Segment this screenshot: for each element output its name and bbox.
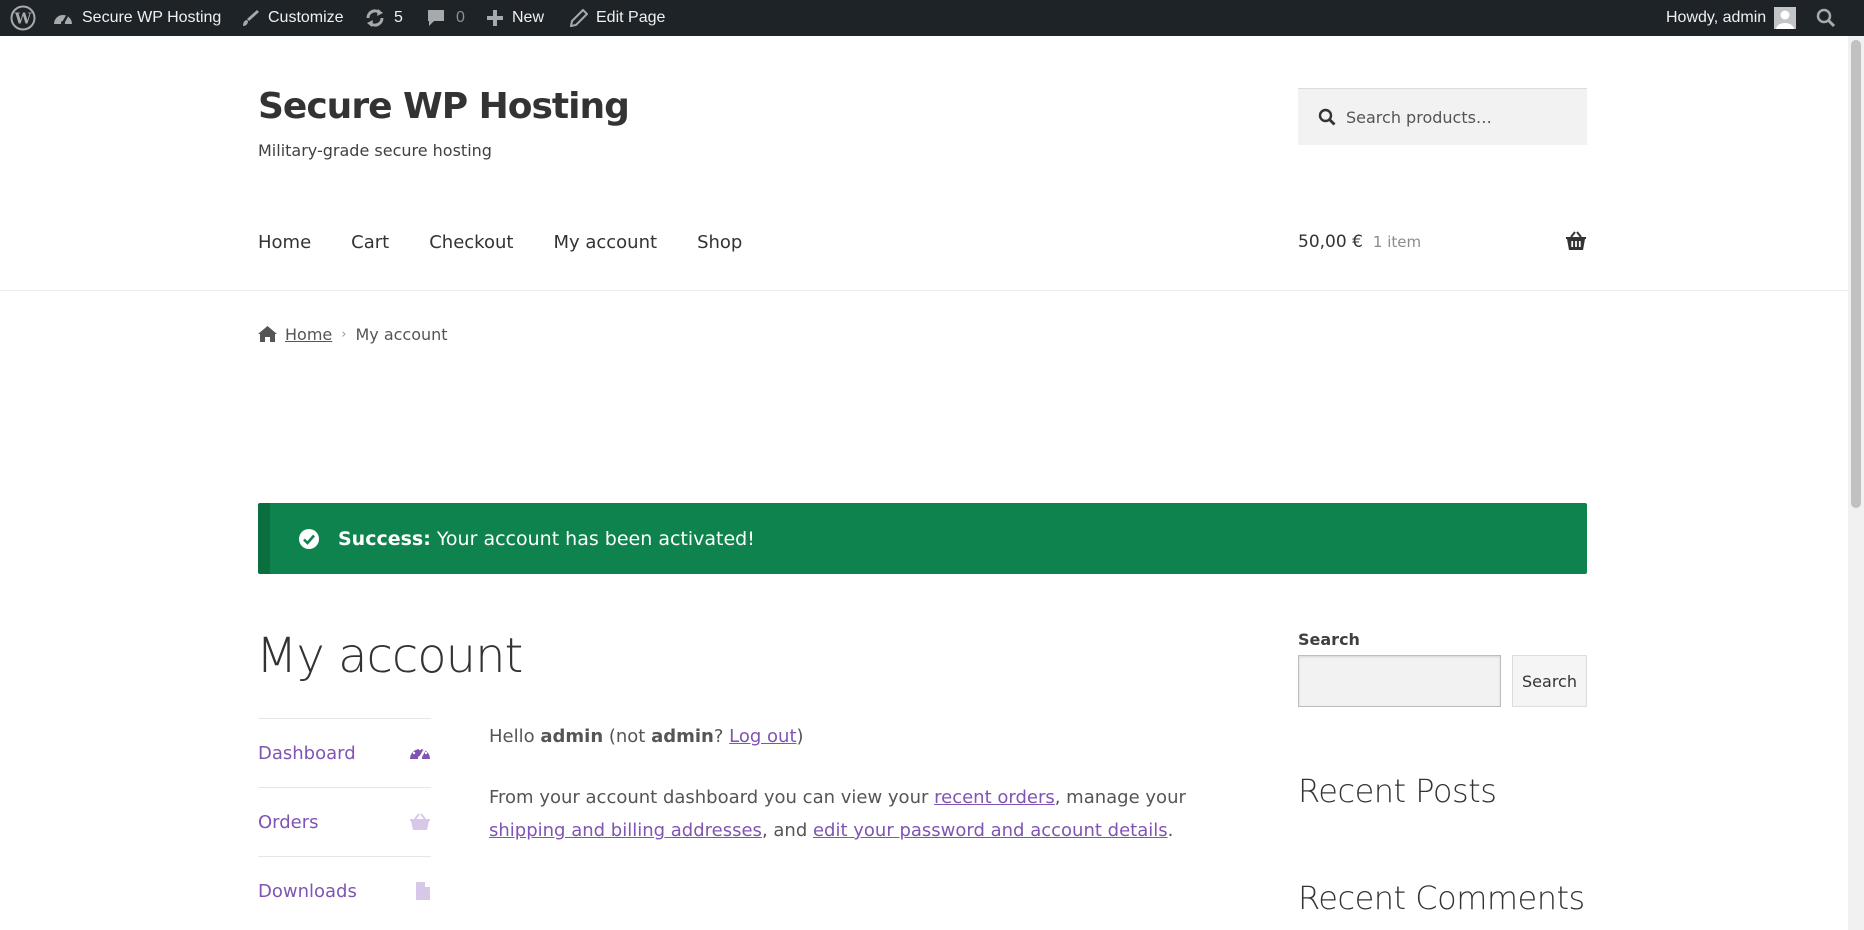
product-search-placeholder: Search products… <box>1346 107 1492 127</box>
brush-icon <box>240 8 260 28</box>
check-circle-icon <box>298 528 320 550</box>
nav-my-account[interactable]: My account <box>553 232 657 253</box>
new-label: New <box>512 9 545 26</box>
addresses-link[interactable]: shipping and billing addresses <box>489 820 762 841</box>
account-nav-orders[interactable]: Orders <box>258 787 431 856</box>
nav-shop[interactable]: Shop <box>697 232 742 253</box>
admin-bar-comments[interactable]: 0 <box>426 0 465 36</box>
nav-home[interactable]: Home <box>258 232 311 253</box>
recent-posts-heading: Recent Posts <box>1298 772 1497 810</box>
account-nav-downloads-link[interactable]: Downloads <box>258 881 357 902</box>
admin-bar: W Secure WP Hosting Customize 5 0 New Ed… <box>0 0 1864 36</box>
greeting-hello: Hello <box>489 726 541 747</box>
greeting-question: ? <box>713 726 730 747</box>
breadcrumb-current: My account <box>355 324 448 344</box>
logout-link[interactable]: Log out <box>729 726 796 747</box>
account-nav-dashboard[interactable]: Dashboard <box>258 718 431 787</box>
chevron-right-icon: › <box>341 326 347 342</box>
shopping-basket-icon <box>1565 231 1587 255</box>
account-details-link[interactable]: edit your password and account details <box>813 820 1168 841</box>
account-navigation: Dashboard Orders Downloads <box>258 718 431 925</box>
breadcrumb-home[interactable]: Home <box>285 325 332 344</box>
comment-bubble-icon <box>426 8 446 28</box>
header-cart[interactable]: 50,00 € 1 item <box>1298 228 1587 256</box>
updates-count: 5 <box>394 9 403 26</box>
shopping-basket-icon <box>409 813 431 831</box>
admin-bar-site-name[interactable]: Secure WP Hosting <box>52 0 221 36</box>
customize-label: Customize <box>268 9 344 26</box>
recent-comments-heading: Recent Comments <box>1298 879 1585 917</box>
file-icon <box>415 881 431 901</box>
wordpress-logo-icon[interactable]: W <box>6 0 40 36</box>
account-nav-downloads[interactable]: Downloads <box>258 856 431 925</box>
site-name-label: Secure WP Hosting <box>82 9 222 26</box>
sidebar-search-input[interactable] <box>1298 655 1501 707</box>
nav-checkout[interactable]: Checkout <box>429 232 513 253</box>
greeting-close: ) <box>796 726 804 747</box>
admin-bar-search-icon[interactable] <box>1816 0 1836 36</box>
page-scrollbar[interactable] <box>1848 36 1864 930</box>
admin-bar-account[interactable]: Howdy, admin <box>1666 0 1797 36</box>
updates-icon <box>364 8 386 28</box>
dashboard-text-3: , and <box>761 820 813 841</box>
dashboard-description: From your account dashboard you can view… <box>489 781 1249 847</box>
pencil-icon <box>570 9 588 27</box>
svg-text:W: W <box>14 10 33 28</box>
admin-bar-new[interactable]: New <box>486 0 544 36</box>
scrollbar-thumb[interactable] <box>1851 40 1861 508</box>
howdy-label: Howdy, admin <box>1666 9 1767 26</box>
dashboard-gauge-icon <box>409 744 431 762</box>
greeting-paragraph: Hello admin (not admin? Log out) <box>489 720 1249 753</box>
avatar <box>1774 7 1797 29</box>
breadcrumb: Home › My account <box>258 322 448 346</box>
admin-bar-updates[interactable]: 5 <box>364 0 403 36</box>
success-notice: Success: Your account has been activated… <box>258 503 1587 574</box>
dashboard-text-4: . <box>1167 820 1174 841</box>
account-nav-dashboard-link[interactable]: Dashboard <box>258 743 356 764</box>
greeting-username: admin <box>540 726 604 747</box>
notice-label: Success: <box>338 527 431 550</box>
site-title[interactable]: Secure WP Hosting <box>258 86 630 127</box>
dashboard-gauge-icon <box>52 8 74 28</box>
account-dashboard-content: Hello admin (not admin? Log out) From yo… <box>489 720 1249 847</box>
account-nav-orders-link[interactable]: Orders <box>258 812 319 833</box>
cart-amount: 50,00 € <box>1298 232 1363 252</box>
admin-bar-edit-page[interactable]: Edit Page <box>570 0 665 36</box>
sidebar-search-label: Search <box>1298 630 1360 649</box>
cart-count: 1 item <box>1372 233 1422 251</box>
home-icon <box>258 326 277 342</box>
greeting-not: (not <box>603 726 652 747</box>
page-title: My account <box>256 628 523 684</box>
nav-cart[interactable]: Cart <box>351 232 389 253</box>
notice-message: Your account has been activated! <box>436 527 755 550</box>
product-search-field[interactable]: Search products… <box>1298 88 1587 145</box>
comments-count: 0 <box>456 9 465 26</box>
site-tagline: Military-grade secure hosting <box>258 141 492 160</box>
admin-bar-customize[interactable]: Customize <box>240 0 344 36</box>
header-divider <box>0 290 1848 291</box>
edit-page-label: Edit Page <box>596 9 666 26</box>
dashboard-text-1: From your account dashboard you can view… <box>489 787 935 808</box>
plus-icon <box>486 9 504 27</box>
recent-orders-link[interactable]: recent orders <box>934 787 1055 808</box>
greeting-username-repeat: admin <box>651 726 714 747</box>
dashboard-text-2: , manage your <box>1054 787 1186 808</box>
primary-navigation: Home Cart Checkout My account Shop <box>258 228 782 256</box>
sidebar-search-button[interactable]: Search <box>1512 655 1587 707</box>
search-icon <box>1318 108 1336 126</box>
